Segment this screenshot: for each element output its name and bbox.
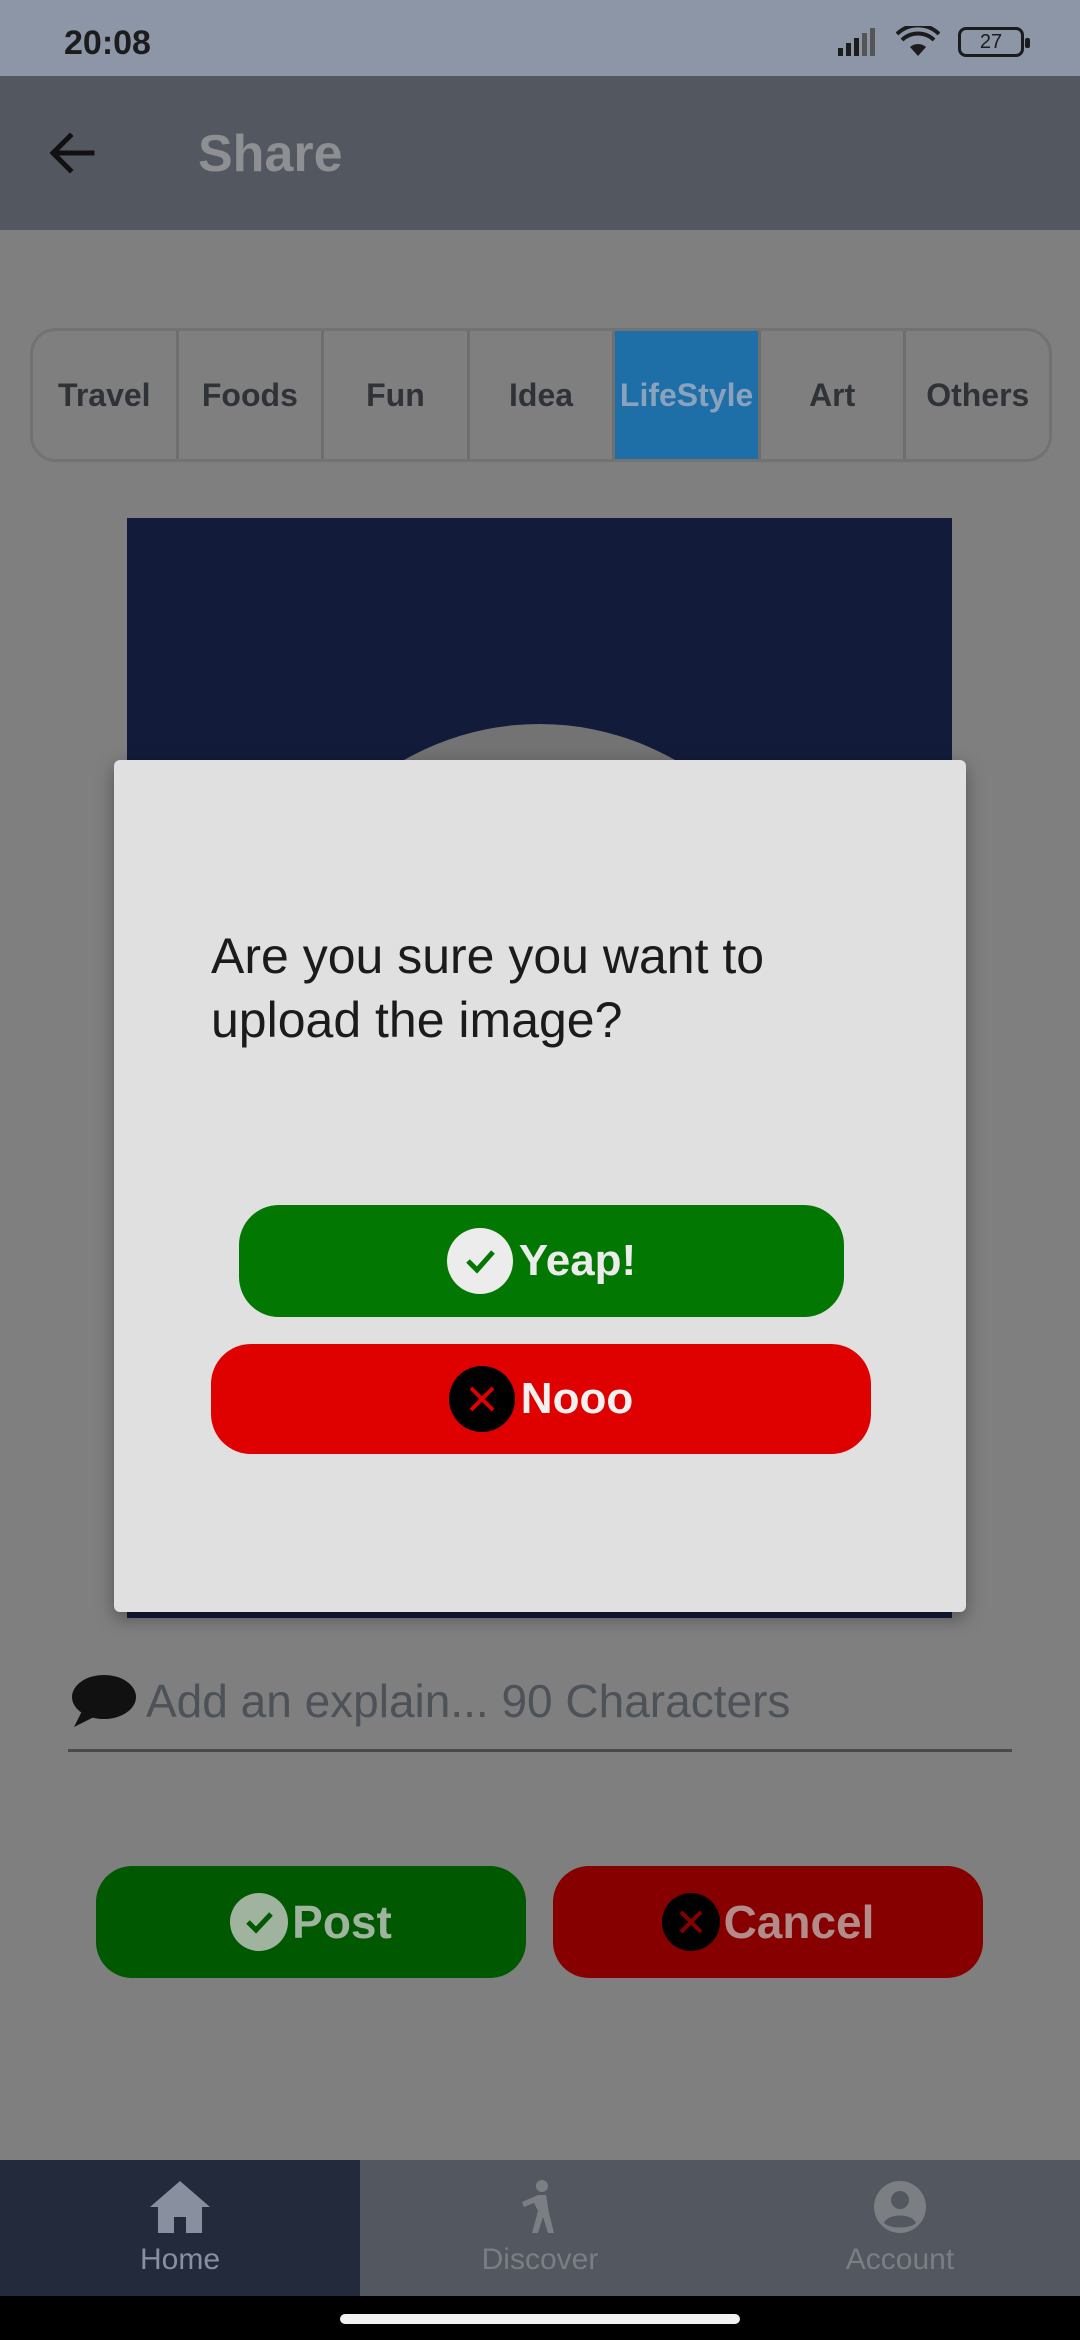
- status-bar: 20:08 27: [0, 0, 1080, 76]
- tab-lifestyle[interactable]: LifeStyle: [615, 331, 761, 459]
- tab-art[interactable]: Art: [761, 331, 907, 459]
- back-button[interactable]: [40, 122, 102, 184]
- home-icon: [150, 2181, 210, 2233]
- post-label: Post: [292, 1896, 392, 1948]
- walking-person-icon: [522, 2180, 554, 2233]
- tab-travel[interactable]: Travel: [33, 331, 179, 459]
- dialog-message: Are you sure you want to upload the imag…: [211, 928, 765, 1048]
- bottom-nav: Home Discover Account: [0, 2160, 1080, 2296]
- confirm-dialog: Are you sure you want to upload the imag…: [114, 760, 966, 1612]
- tab-others[interactable]: Others: [906, 331, 1049, 459]
- home-indicator[interactable]: [340, 2314, 740, 2324]
- cancel-circle-icon: [661, 1893, 720, 1951]
- cancel-circle-icon: [448, 1366, 515, 1432]
- account-circle-icon: [874, 2181, 926, 2233]
- post-button[interactable]: Post: [96, 1866, 526, 1978]
- tab-idea[interactable]: Idea: [470, 331, 616, 459]
- explain-input[interactable]: [146, 1673, 1012, 1728]
- page-title: Share: [198, 125, 343, 183]
- explain-field: [68, 1652, 1012, 1752]
- deny-label: Nooo: [520, 1374, 634, 1423]
- nav-home[interactable]: Home: [0, 2160, 360, 2296]
- gesture-bar: [0, 2296, 1080, 2340]
- tab-foods[interactable]: Foods: [179, 331, 325, 459]
- check-circle-icon: [446, 1228, 513, 1294]
- signal-icon: [838, 28, 875, 56]
- status-icons: 27: [838, 26, 1030, 58]
- category-tabs: Travel Foods Fun Idea LifeStyle Art Othe…: [30, 328, 1052, 462]
- battery-icon: 27: [958, 27, 1030, 57]
- cancel-button[interactable]: Cancel: [553, 1866, 983, 1978]
- app-bar: Share: [0, 76, 1080, 230]
- comment-icon: [72, 1674, 136, 1727]
- deny-button[interactable]: Nooo: [211, 1344, 871, 1454]
- cancel-label: Cancel: [723, 1896, 875, 1948]
- nav-account-label: Account: [845, 2243, 955, 2276]
- confirm-label: Yeap!: [518, 1236, 637, 1285]
- check-circle-icon: [230, 1893, 289, 1951]
- tab-fun[interactable]: Fun: [324, 331, 470, 459]
- nav-account[interactable]: Account: [720, 2160, 1080, 2296]
- confirm-button[interactable]: Yeap!: [239, 1205, 844, 1317]
- battery-level: 27: [979, 30, 1003, 53]
- nav-discover-label: Discover: [481, 2243, 599, 2276]
- arrow-back-icon: [49, 132, 95, 174]
- nav-discover[interactable]: Discover: [360, 2160, 720, 2296]
- wifi-icon: [896, 26, 940, 56]
- nav-home-label: Home: [139, 2243, 221, 2276]
- status-time: 20:08: [64, 24, 151, 62]
